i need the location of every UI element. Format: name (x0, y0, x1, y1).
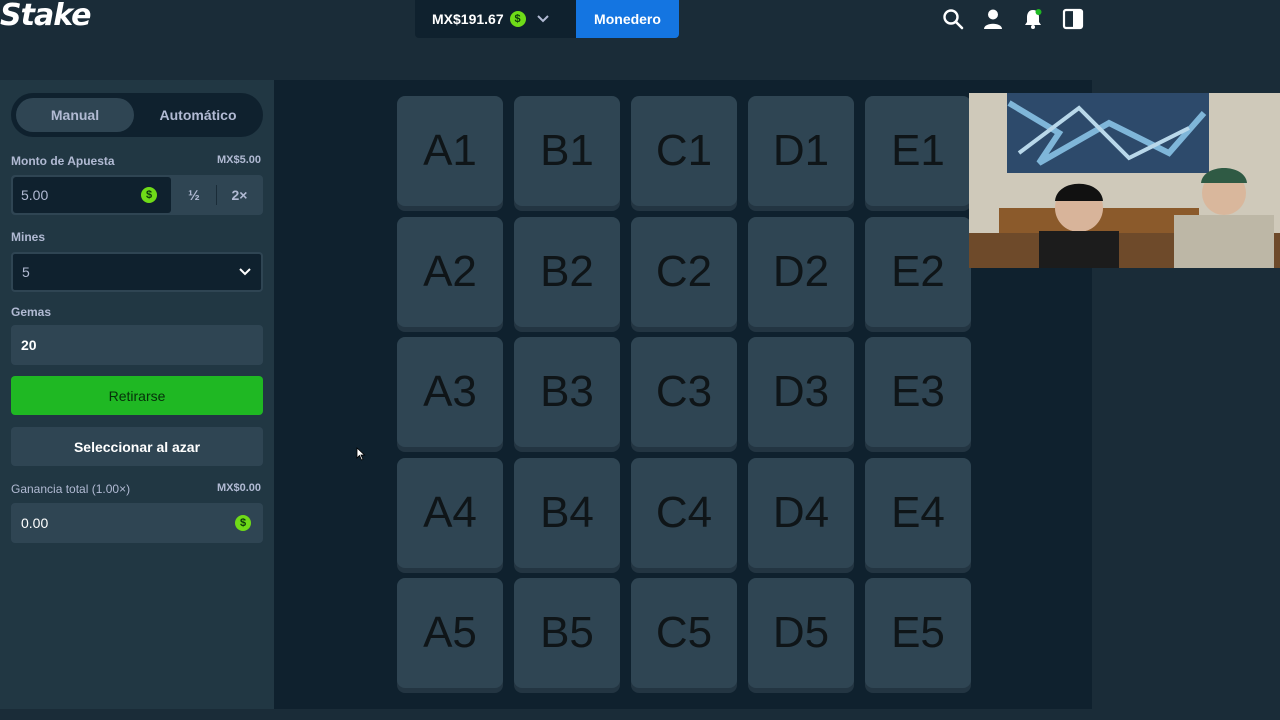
divider (216, 185, 217, 205)
total-profit-field: 0.00 $ (11, 503, 263, 543)
mine-tile-c2[interactable]: C2 (631, 217, 737, 327)
mine-tile-c5[interactable]: C5 (631, 578, 737, 688)
top-bar: Stake MX$191.67 $ Monedero (0, 0, 1280, 40)
mine-tile-d3[interactable]: D3 (748, 337, 854, 447)
bet-amount-currency: MX$5.00 (217, 154, 262, 166)
random-pick-button[interactable]: Seleccionar al azar (11, 427, 263, 466)
mine-tile-e1[interactable]: E1 (865, 96, 971, 206)
mine-tile-e2[interactable]: E2 (865, 217, 971, 327)
total-profit-label: Ganancia total (1.00×) (11, 482, 131, 496)
webcam-image (969, 93, 1280, 268)
streamer-webcam-overlay (969, 93, 1280, 268)
double-bet-button[interactable]: 2× (218, 177, 261, 213)
bet-mode-tabs: Manual Automático (11, 93, 263, 137)
mine-tile-e4[interactable]: E4 (865, 458, 971, 568)
bottom-bar (0, 709, 1280, 720)
wallet-button[interactable]: Monedero (576, 0, 679, 38)
bet-amount-value: 5.00 (21, 187, 49, 203)
mine-tile-a4[interactable]: A4 (397, 458, 503, 568)
notifications-bell-icon[interactable] (1021, 7, 1045, 31)
bet-amount-input[interactable]: 5.00 $ (13, 177, 171, 213)
mine-tile-e3[interactable]: E3 (865, 337, 971, 447)
mine-tile-d5[interactable]: D5 (748, 578, 854, 688)
chevron-down-icon (536, 15, 549, 23)
mine-tile-b5[interactable]: B5 (514, 578, 620, 688)
balance-selector[interactable]: MX$191.67 $ (415, 0, 576, 38)
mine-tile-b3[interactable]: B3 (514, 337, 620, 447)
mine-tile-a2[interactable]: A2 (397, 217, 503, 327)
half-bet-button[interactable]: ½ (173, 177, 215, 213)
mxn-coin-icon: $ (141, 187, 157, 203)
total-profit-currency: MX$0.00 (217, 482, 262, 494)
mine-tile-b1[interactable]: B1 (514, 96, 620, 206)
gems-label: Gemas (11, 305, 52, 319)
mine-tile-d1[interactable]: D1 (748, 96, 854, 206)
mine-tile-a3[interactable]: A3 (397, 337, 503, 447)
cashout-button[interactable]: Retirarse (11, 376, 263, 415)
stake-logo[interactable]: Stake (0, 0, 91, 33)
mine-tile-c3[interactable]: C3 (631, 337, 737, 447)
sidebar-toggle-icon[interactable] (1061, 7, 1085, 31)
mine-tile-a1[interactable]: A1 (397, 96, 503, 206)
mine-tile-d2[interactable]: D2 (748, 217, 854, 327)
total-profit-value: 0.00 (21, 515, 49, 531)
mine-tile-e5[interactable]: E5 (865, 578, 971, 688)
mine-tile-c4[interactable]: C4 (631, 458, 737, 568)
search-icon[interactable] (941, 7, 965, 31)
mine-tile-b4[interactable]: B4 (514, 458, 620, 568)
mine-tile-c1[interactable]: C1 (631, 96, 737, 206)
bet-amount-label: Monto de Apuesta (11, 154, 115, 168)
chevron-down-icon (239, 268, 251, 276)
mxn-coin-icon: $ (509, 11, 526, 27)
mines-value: 5 (22, 264, 30, 280)
balance-amount: MX$191.67 (432, 11, 504, 27)
gems-field: 20 (11, 325, 263, 365)
mine-tile-d4[interactable]: D4 (748, 458, 854, 568)
bet-amount-group: 5.00 $ ½ 2× (11, 175, 263, 215)
mxn-coin-icon: $ (235, 515, 251, 531)
tab-automatic[interactable]: Automático (138, 98, 258, 132)
mine-tile-a5[interactable]: A5 (397, 578, 503, 688)
tab-manual[interactable]: Manual (16, 98, 134, 132)
mine-tile-b2[interactable]: B2 (514, 217, 620, 327)
mines-label: Mines (11, 230, 46, 244)
gems-value: 20 (21, 337, 37, 353)
mouse-cursor-icon (356, 447, 366, 461)
user-icon[interactable] (981, 7, 1005, 31)
mines-select[interactable]: 5 (11, 252, 263, 292)
